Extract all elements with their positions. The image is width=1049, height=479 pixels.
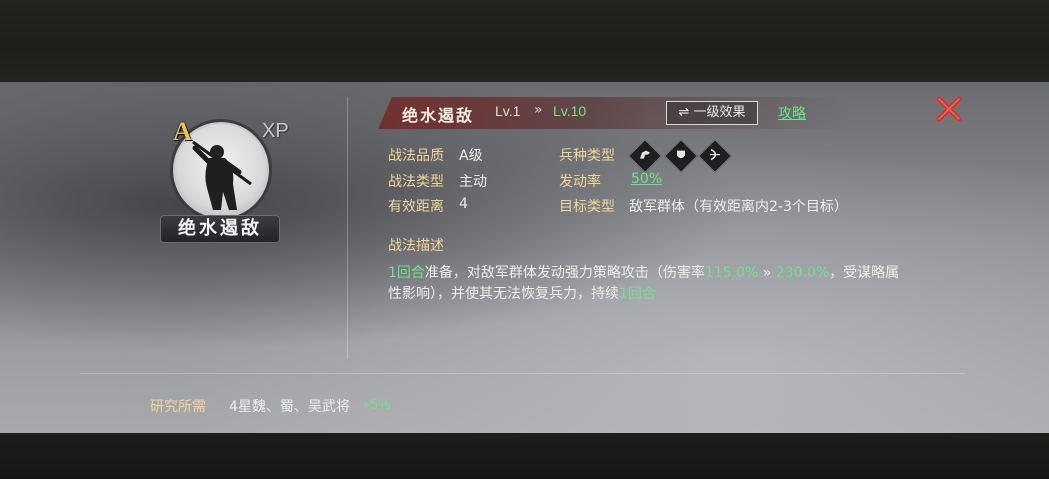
close-icon — [936, 96, 962, 122]
level-arrow: » — [534, 102, 543, 118]
horizontal-divider — [80, 373, 965, 374]
description-label: 战法描述 — [388, 238, 444, 254]
skill-description: 1回合准备，对敌军群体发动强力策略攻击（伤害率115.0% » 230.0%，受… — [388, 263, 908, 305]
vertical-divider — [347, 97, 348, 359]
target-type-label: 目标类型 — [559, 199, 615, 215]
xp-label: XP — [262, 120, 289, 142]
trigger-rate-label: 发动率 — [559, 174, 601, 190]
desc-arrow: » — [758, 265, 776, 281]
range-label: 有效距离 — [388, 199, 444, 215]
level-effect-toggle-button[interactable]: ⇌ 一级效果 — [666, 101, 758, 125]
research-requirement: 4星魏、蜀、吴武将 — [229, 399, 350, 415]
quality-label: 战法品质 — [388, 148, 444, 164]
bow-icon — [710, 148, 720, 161]
bottom-background — [0, 433, 1049, 479]
desc-rate-from: 115.0% — [704, 265, 759, 281]
research-label: 研究所需 — [150, 399, 206, 415]
max-level: Lv.10 — [553, 103, 587, 119]
guide-link[interactable]: 攻略 — [778, 103, 806, 123]
type-value: 主动 — [459, 174, 487, 190]
skill-title: 绝水遏敌 — [402, 106, 475, 125]
skill-detail-panel — [0, 82, 1049, 433]
desc-rounds: 1回合 — [388, 265, 425, 281]
range-value: 4 — [459, 196, 468, 212]
troop-type-label: 兵种类型 — [559, 148, 615, 164]
desc-rate-to: 230.0% — [775, 265, 830, 281]
shield-icon — [677, 150, 685, 159]
desc-text-a: 准备，对敌军群体发动强力策略攻击（伤害率 — [424, 265, 705, 281]
top-background — [0, 0, 1049, 82]
target-type-value: 敌军群体（有效距离内2-3个目标） — [629, 199, 848, 215]
current-level: Lv.1 — [495, 103, 521, 119]
trigger-rate-value: 50% — [631, 171, 663, 187]
cavalry-icon — [640, 150, 650, 159]
skill-grade: A — [173, 117, 192, 146]
type-label: 战法类型 — [388, 174, 444, 190]
quality-value: A级 — [459, 148, 483, 164]
close-button[interactable] — [935, 95, 963, 123]
skill-name-plate: 绝水遏敌 — [160, 215, 280, 243]
research-bonus: +5% — [362, 396, 391, 412]
desc-rounds-end: 1回合 — [619, 286, 656, 302]
